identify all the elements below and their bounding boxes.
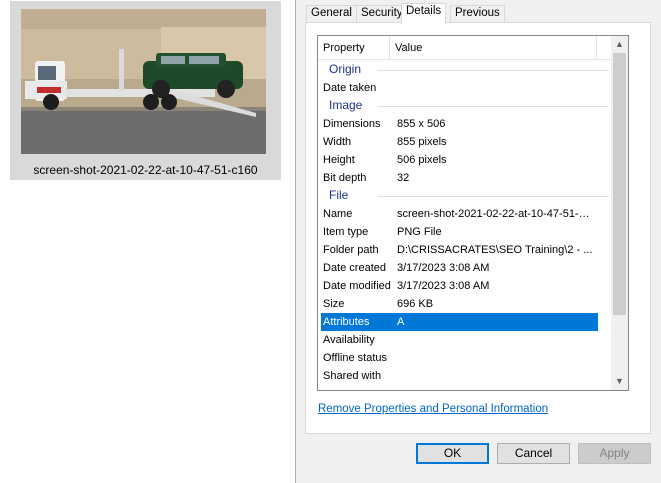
row-key: Date taken — [323, 82, 377, 94]
group-title: Image — [329, 98, 367, 112]
row-key: Offline status — [323, 352, 387, 364]
row-dimensions[interactable]: Dimensions 855 x 506 — [318, 115, 613, 133]
row-height[interactable]: Height 506 pixels — [318, 151, 613, 169]
column-header-value[interactable]: Value — [390, 36, 597, 60]
thumbnail-image — [21, 9, 266, 154]
group-divider — [378, 196, 609, 197]
row-key: Folder path — [323, 244, 379, 256]
chevron-up-icon[interactable]: ▲ — [611, 36, 628, 53]
tab-previous-versions[interactable]: Previous Versions — [450, 5, 505, 34]
row-shared-with[interactable]: Shared with — [318, 367, 613, 385]
row-folder-path[interactable]: Folder path D:\CRISSACRATES\SEO Training… — [318, 241, 613, 259]
vertical-scrollbar[interactable]: ▲ ▼ — [611, 36, 628, 390]
row-value: 506 pixels — [397, 154, 447, 166]
row-value: 696 KB — [397, 298, 434, 310]
tab-security[interactable]: Security — [356, 5, 408, 22]
row-key: Bit depth — [323, 172, 367, 184]
row-date-created[interactable]: Date created 3/17/2023 3:08 AM — [318, 259, 613, 277]
row-attributes[interactable]: Attributes A — [321, 313, 598, 331]
row-date-taken[interactable]: Date taken — [318, 79, 613, 97]
row-date-modified[interactable]: Date modified 3/17/2023 3:08 AM — [318, 277, 613, 295]
row-value: 3/17/2023 3:08 AM — [397, 280, 490, 292]
row-value: PNG File — [397, 226, 442, 238]
row-name[interactable]: Name screen-shot-2021-02-22-at-10-47-51-… — [318, 205, 613, 223]
remove-properties-link[interactable]: Remove Properties and Personal Informati… — [318, 403, 548, 415]
row-offline-status[interactable]: Offline status — [318, 349, 613, 367]
details-panel: Property Value Origin Date taken Image D — [305, 22, 651, 434]
tab-details[interactable]: Details — [401, 3, 447, 24]
properties-dialog: General Security Details Previous Versio… — [295, 0, 661, 483]
scrollbar-thumb[interactable] — [613, 53, 626, 315]
row-key: Name — [323, 208, 353, 220]
file-thumbnail-tile[interactable]: screen-shot-2021-02-22-at-10-47-51-c160 — [10, 1, 281, 180]
row-value: 855 pixels — [397, 136, 447, 148]
group-divider — [378, 70, 609, 71]
tab-general[interactable]: General — [306, 5, 357, 22]
ok-button[interactable]: OK — [416, 443, 489, 464]
row-key: Item type — [323, 226, 369, 238]
property-rows: Origin Date taken Image Dimensions 855 x… — [318, 61, 613, 385]
column-header-property[interactable]: Property — [318, 36, 390, 60]
row-value: 3/17/2023 3:08 AM — [397, 262, 490, 274]
group-title: File — [329, 188, 353, 202]
group-file: File — [318, 187, 613, 205]
row-item-type[interactable]: Item type PNG File — [318, 223, 613, 241]
chevron-down-icon[interactable]: ▼ — [611, 373, 628, 390]
row-key: Availability — [323, 334, 375, 346]
row-key: Height — [323, 154, 355, 166]
row-value: A — [397, 316, 405, 328]
row-value: 855 x 506 — [397, 118, 446, 130]
details-list[interactable]: Property Value Origin Date taken Image D — [317, 35, 629, 391]
thumbnail-caption: screen-shot-2021-02-22-at-10-47-51-c160 — [33, 163, 258, 177]
row-bit-depth[interactable]: Bit depth 32 — [318, 169, 613, 187]
cancel-button[interactable]: Cancel — [497, 443, 570, 464]
group-origin: Origin — [318, 61, 613, 79]
row-key: Date modified — [323, 280, 391, 292]
row-size[interactable]: Size 696 KB — [318, 295, 613, 313]
row-availability[interactable]: Availability — [318, 331, 613, 349]
group-image: Image — [318, 97, 613, 115]
row-key: Attributes — [323, 316, 370, 328]
row-key: Width — [323, 136, 352, 148]
row-value: screen-shot-2021-02-22-at-10-47-51-c1... — [397, 208, 595, 220]
row-key: Dimensions — [323, 118, 381, 130]
row-width[interactable]: Width 855 pixels — [318, 133, 613, 151]
row-value: D:\CRISSACRATES\SEO Training\2 - ... — [397, 244, 593, 256]
row-key: Shared with — [323, 370, 382, 382]
row-key: Size — [323, 298, 345, 310]
group-title: Origin — [329, 62, 366, 76]
row-value: 32 — [397, 172, 410, 184]
list-header: Property Value — [318, 36, 613, 60]
row-key: Date created — [323, 262, 386, 274]
apply-button[interactable]: Apply — [578, 443, 651, 464]
group-divider — [378, 106, 609, 107]
tow-truck-photo — [21, 9, 266, 154]
